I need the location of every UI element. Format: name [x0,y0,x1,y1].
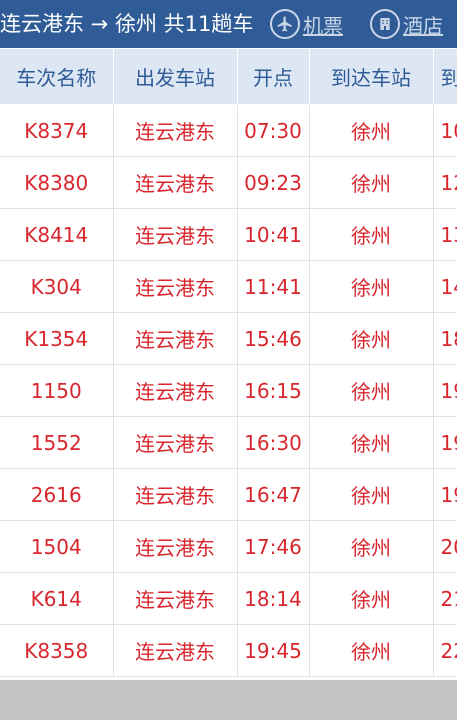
train-schedule-table[interactable]: 车次名称 出发车站 开点 到达车站 到 K8374连云港东07:30徐州10K8… [0,48,457,680]
arrival-time-cell: 19 [432,468,457,521]
departure-station-cell: 连云港东 [112,312,238,365]
table-row[interactable]: 1150连云港东16:15徐州19 [0,364,457,417]
route-summary: 连云港东 → 徐州 共11趟车 [0,12,254,36]
column-header-departure-station: 出发车站 [112,48,238,105]
title-bar: 连云港东 → 徐州 共11趟车 机票 酒店 [0,0,457,48]
hotels-label: 酒店 [403,13,443,38]
train-number-cell: 1504 [0,520,114,573]
arrival-station-cell: 徐州 [308,416,434,469]
table-row[interactable]: K8374连云港东07:30徐州10 [0,104,457,157]
column-header-arrival-time: 到 [432,48,457,105]
departure-time-cell: 07:30 [236,104,310,157]
train-number-cell: K8358 [0,624,114,677]
arrival-station-cell: 徐州 [308,156,434,209]
table-row[interactable]: K1354连云港东15:46徐州18 [0,312,457,365]
departure-time-cell: 16:47 [236,468,310,521]
departure-time-cell: 10:41 [236,208,310,261]
table-header-row: 车次名称 出发车站 开点 到达车站 到 [0,48,457,105]
departure-station-cell: 连云港东 [112,364,238,417]
arrival-station-cell: 徐州 [308,104,434,157]
arrival-time-cell: 12 [432,156,457,209]
table-row[interactable]: K304连云港东11:41徐州14 [0,260,457,313]
departure-station-cell: 连云港东 [112,104,238,157]
table-row[interactable]: 2616连云港东16:47徐州19 [0,468,457,521]
departure-time-cell: 16:30 [236,416,310,469]
departure-time-cell: 09:23 [236,156,310,209]
departure-station-cell: 连云港东 [112,572,238,625]
departure-time-cell: 19:45 [236,624,310,677]
train-number-cell: 1150 [0,364,114,417]
train-number-cell: K304 [0,260,114,313]
departure-station-cell: 连云港东 [112,416,238,469]
arrival-station-cell: 徐州 [308,364,434,417]
column-header-departure-time: 开点 [236,48,310,105]
departure-time-cell: 16:15 [236,364,310,417]
departure-time-cell: 18:14 [236,572,310,625]
hotels-button[interactable]: 酒店 [370,6,443,42]
arrival-time-cell: 19 [432,364,457,417]
arrival-station-cell: 徐州 [308,312,434,365]
arrival-station-cell: 徐州 [308,208,434,261]
train-number-cell: K614 [0,572,114,625]
train-number-cell: K8380 [0,156,114,209]
arrival-station-cell: 徐州 [308,624,434,677]
airplane-icon [270,9,300,39]
departure-time-cell: 11:41 [236,260,310,313]
table-row[interactable]: 1552连云港东16:30徐州19 [0,416,457,469]
table-row[interactable]: 1504连云港东17:46徐州20 [0,520,457,573]
arrival-station-cell: 徐州 [308,468,434,521]
flights-label: 机票 [303,13,343,38]
train-number-cell: K8414 [0,208,114,261]
arrival-time-cell: 14 [432,260,457,313]
departure-time-cell: 15:46 [236,312,310,365]
train-number-cell: K1354 [0,312,114,365]
arrival-station-cell: 徐州 [308,260,434,313]
departure-time-cell: 17:46 [236,520,310,573]
table-row[interactable]: K614连云港东18:14徐州21 [0,572,457,625]
column-header-train-number: 车次名称 [0,48,114,105]
arrival-time-cell: 20 [432,520,457,573]
arrival-time-cell: 13 [432,208,457,261]
departure-station-cell: 连云港东 [112,520,238,573]
table-row[interactable]: K8358连云港东19:45徐州22 [0,624,457,677]
departure-station-cell: 连云港东 [112,624,238,677]
departure-station-cell: 连云港东 [112,260,238,313]
table-row[interactable]: K8414连云港东10:41徐州13 [0,208,457,261]
arrival-station-cell: 徐州 [308,572,434,625]
train-number-cell: K8374 [0,104,114,157]
arrival-time-cell: 18 [432,312,457,365]
departure-station-cell: 连云港东 [112,208,238,261]
departure-station-cell: 连云港东 [112,156,238,209]
column-header-arrival-station: 到达车站 [308,48,434,105]
arrival-time-cell: 19 [432,416,457,469]
arrival-station-cell: 徐州 [308,520,434,573]
bottom-bar [0,680,457,720]
departure-station-cell: 连云港东 [112,468,238,521]
arrival-time-cell: 22 [432,624,457,677]
flights-button[interactable]: 机票 [270,6,343,42]
arrival-time-cell: 21 [432,572,457,625]
train-number-cell: 1552 [0,416,114,469]
arrival-time-cell: 10 [432,104,457,157]
building-icon [370,9,400,39]
table-row[interactable]: K8380连云港东09:23徐州12 [0,156,457,209]
train-number-cell: 2616 [0,468,114,521]
